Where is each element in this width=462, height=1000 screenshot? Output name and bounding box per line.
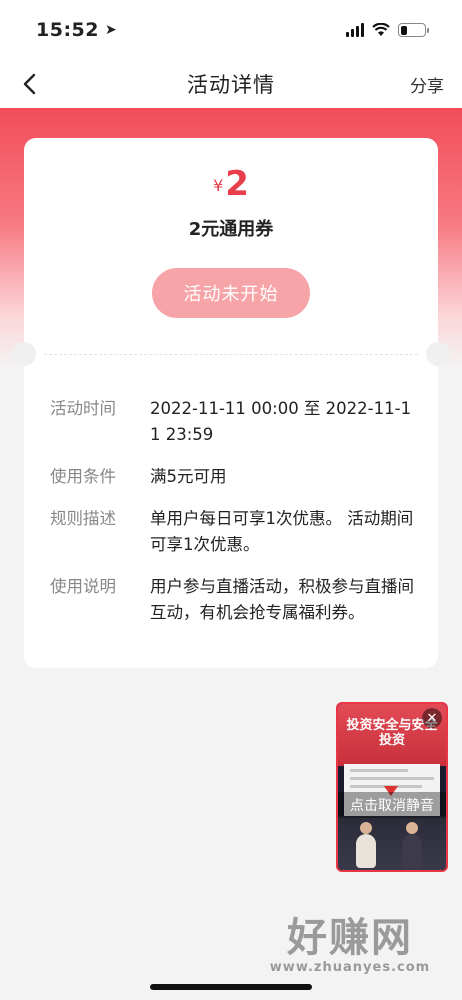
status-time: 15:52 (36, 19, 99, 41)
coupon-amount: ¥2 (24, 164, 438, 204)
cellular-signal-icon (346, 23, 364, 37)
presenter-figure (356, 822, 376, 868)
watermark: 好赚网 www.zhuanyes.com (250, 916, 450, 975)
close-icon[interactable]: ✕ (422, 708, 442, 728)
wifi-icon (372, 23, 390, 36)
presenter-figure (402, 822, 422, 868)
watermark-url: www.zhuanyes.com (269, 960, 431, 975)
coupon-details: 活动时间 2022-11-11 00:00 至 2022-11-11 23:59… (50, 396, 420, 642)
detail-row-condition: 使用条件 满5元可用 (50, 464, 420, 490)
coupon-name: 2元通用券 (188, 219, 274, 240)
detail-value: 单用户每日可享1次优惠。 活动期间可享1次优惠。 (150, 509, 414, 554)
detail-label: 使用说明 (50, 577, 116, 596)
detail-label: 使用条件 (50, 467, 116, 486)
coupon-card: ¥2 2元通用券 活动未开始 活动时间 2022-11-11 00:00 至 2… (12, 138, 450, 668)
detail-value: 满5元可用 (150, 467, 227, 486)
status-bar: 15:52 ➤ (0, 0, 462, 60)
status-indicators (346, 23, 429, 37)
card-notch-left (12, 342, 36, 366)
detail-value: 用户参与直播活动，积极参与直播间互动，有机会抢专属福利券。 (150, 577, 414, 622)
detail-label: 活动时间 (50, 399, 116, 418)
chevron-left-icon (23, 73, 36, 95)
live-stream-mini-player[interactable]: 投资安全与安全投资 点击取消静音 ✕ (336, 702, 448, 872)
location-arrow-icon: ➤ (104, 22, 117, 38)
detail-value: 2022-11-11 00:00 至 2022-11-11 23:59 (150, 399, 412, 444)
unmute-hint[interactable]: 点击取消静音 (338, 792, 446, 818)
live-studio-video (338, 816, 446, 870)
page-title: 活动详情 (187, 73, 275, 97)
detail-row-rules: 规则描述 单用户每日可享1次优惠。 活动期间可享1次优惠。 (50, 506, 420, 558)
detail-row-instructions: 使用说明 用户参与直播活动，积极参与直播间互动，有机会抢专属福利券。 (50, 574, 420, 626)
card-notch-right (426, 342, 450, 366)
watermark-text: 好赚网 (287, 915, 413, 961)
home-indicator (150, 984, 312, 990)
nav-bar: 活动详情 分享 (0, 60, 462, 108)
detail-row-time: 活动时间 2022-11-11 00:00 至 2022-11-11 23:59 (50, 396, 420, 448)
currency-symbol: ¥ (213, 176, 224, 195)
share-button[interactable]: 分享 (410, 72, 444, 97)
back-button[interactable] (14, 68, 44, 100)
battery-icon (398, 23, 429, 37)
amount-value: 2 (225, 164, 249, 204)
detail-label: 规则描述 (50, 509, 116, 528)
activity-status-button[interactable]: 活动未开始 (152, 268, 310, 318)
dashed-divider (44, 354, 418, 355)
